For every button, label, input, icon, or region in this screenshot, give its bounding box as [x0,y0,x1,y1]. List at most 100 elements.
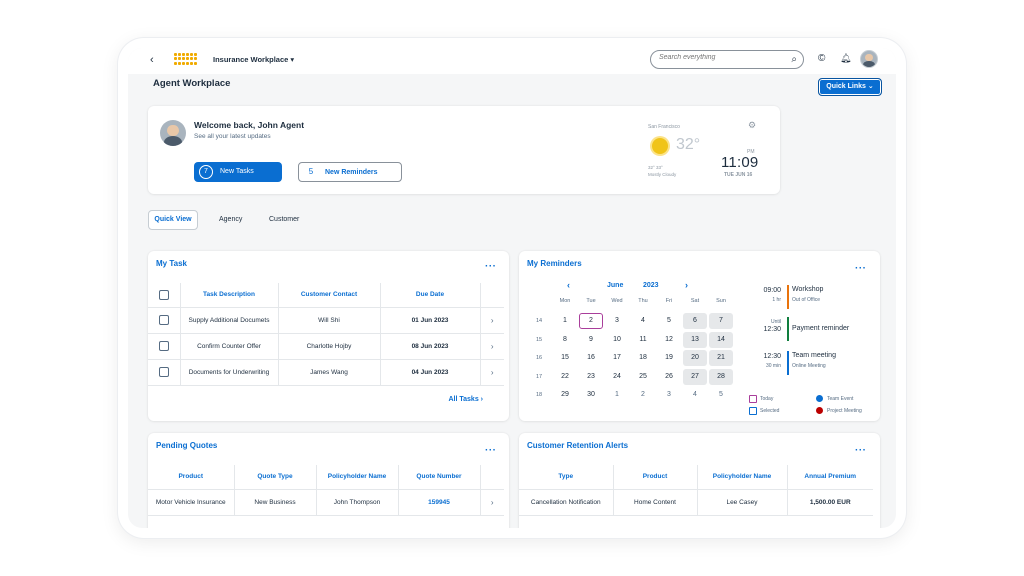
calendar-day[interactable]: 28 [709,368,733,385]
temperature: 32° [676,136,701,153]
column-header[interactable]: Type [519,465,614,490]
prev-month-button[interactable]: ‹ [567,280,570,290]
gear-icon[interactable]: ⚙ [748,120,756,131]
column-header[interactable]: Product [613,465,698,490]
calendar-day[interactable]: 30 [579,387,603,403]
event-title[interactable]: Workshop [792,286,823,293]
column-header[interactable]: Product [148,465,235,490]
task-description: Supply Additional Documets [180,307,279,334]
table-row[interactable]: Documents for Underwriting James Wang 04… [148,359,504,386]
calendar-year[interactable]: 2023 [643,282,659,289]
row-checkbox[interactable] [158,341,169,351]
calendar-day[interactable]: 3 [657,387,681,403]
user-avatar[interactable] [860,50,878,68]
alert-type: Cancellation Notification [519,489,614,516]
calendar-day[interactable]: 9 [579,332,603,348]
more-icon[interactable]: ··· [855,445,867,456]
table-row[interactable]: Cancellation Notification Home Content L… [519,489,873,516]
week-number: 16 [535,355,543,361]
clock-date: TUE JUN 16 [724,172,753,178]
calendar-day[interactable]: 19 [657,350,681,366]
calendar-day[interactable]: 8 [553,332,577,348]
calendar-day[interactable]: 2 [631,387,655,403]
quick-links-button[interactable]: Quick Links ⌄ [818,78,882,96]
calendar-day[interactable]: 1 [605,387,629,403]
app-title-menu[interactable]: Insurance Workplace ▾ [213,55,294,64]
column-header[interactable]: Task Description [180,283,279,308]
select-all-checkbox[interactable] [158,289,169,300]
event-title[interactable]: Payment reminder [792,325,849,332]
row-checkbox[interactable] [158,315,169,325]
calendar-day[interactable]: 3 [605,313,629,329]
customer-contact: Charlotte Hojby [278,333,381,360]
calendar-day[interactable]: 4 [631,313,655,329]
calendar-day[interactable]: 24 [605,369,629,385]
row-checkbox[interactable] [158,367,169,377]
table-row[interactable]: Confirm Counter Offer Charlotte Hojby 08… [148,333,504,360]
calendar-day[interactable]: 29 [553,387,577,403]
calendar-day[interactable]: 25 [631,369,655,385]
calendar-day[interactable]: 22 [553,369,577,385]
calendar-day[interactable]: 17 [605,350,629,366]
chevron-right-icon[interactable]: › [480,333,504,360]
event-duration: Until [770,319,781,325]
tab-agency[interactable]: Agency [212,210,249,230]
bell-icon[interactable]: 🔔︎ [840,53,851,64]
calendar-day[interactable]: 10 [605,332,629,348]
column-header[interactable]: Customer Contact [278,283,381,308]
calendar-day[interactable]: 6 [683,313,707,329]
calendar-day[interactable]: 12 [657,332,681,348]
pending-quotes-card: Pending Quotes ··· Product Quote Type Po… [148,433,509,528]
calendar-day[interactable]: 26 [657,369,681,385]
calendar-day[interactable]: 2 [579,313,603,329]
next-month-button[interactable]: › [685,280,688,290]
chevron-right-icon[interactable]: › [480,307,504,334]
back-button[interactable]: ‹ [150,54,154,66]
new-tasks-button[interactable]: 7 New Tasks [194,162,282,182]
calendar-day[interactable]: 16 [579,350,603,366]
calendar-day[interactable]: 13 [683,331,707,348]
new-reminders-button[interactable]: 5 New Reminders [298,162,402,182]
calendar-day[interactable]: 15 [553,350,577,366]
column-header[interactable]: Quote Type [234,465,317,490]
calendar-day[interactable]: 23 [579,369,603,385]
quote-number-link[interactable]: 159945 [398,489,481,516]
copilot-icon[interactable]: © [818,53,825,64]
customer-retention-card: Customer Retention Alerts ··· Type Produ… [519,433,880,528]
chevron-right-icon[interactable]: › [480,359,504,386]
calendar-day[interactable]: 4 [683,387,707,403]
calendar-day[interactable]: 5 [657,313,681,329]
search-input[interactable] [659,54,779,61]
calendar-day[interactable]: 11 [631,332,655,348]
table-row[interactable]: Motor Vehicle Insurance New Business Joh… [148,489,504,516]
search-icon[interactable]: ⌕ [791,54,797,65]
calendar-day[interactable]: 5 [709,387,733,403]
alert-product: Home Content [613,489,698,516]
agent-avatar [160,120,186,146]
chevron-right-icon[interactable]: › [480,489,504,516]
calendar-day[interactable]: 20 [683,350,707,366]
more-icon[interactable]: ··· [485,445,497,456]
column-header[interactable]: Quote Number [398,465,481,490]
calendar-day[interactable]: 18 [631,350,655,366]
event-title[interactable]: Team meeting [792,352,836,359]
calendar-day[interactable]: 27 [683,368,707,385]
column-header[interactable]: Annual Premium [787,465,873,490]
column-header[interactable]: Policyholder Name [697,465,788,490]
more-icon[interactable]: ··· [855,263,867,274]
calendar-day[interactable]: 1 [553,313,577,329]
tab-quick-view[interactable]: Quick View [148,210,198,230]
search-field[interactable]: ⌕ [650,50,804,69]
column-header[interactable]: Due Date [380,283,481,308]
page-title: Agent Workplace [153,78,231,89]
table-row[interactable]: Supply Additional Documets Will Shi 01 J… [148,307,504,334]
calendar-month[interactable]: June [607,282,623,289]
calendar-day[interactable]: 14 [709,331,733,348]
more-icon[interactable]: ··· [485,261,497,272]
calendar-day[interactable]: 21 [709,350,733,366]
today-legend-swatch [749,395,757,403]
all-tasks-link[interactable]: All Tasks › [449,396,484,403]
calendar-day[interactable]: 7 [709,313,733,329]
tab-customer[interactable]: Customer [262,210,306,230]
column-header[interactable]: Policyholder Name [316,465,399,490]
